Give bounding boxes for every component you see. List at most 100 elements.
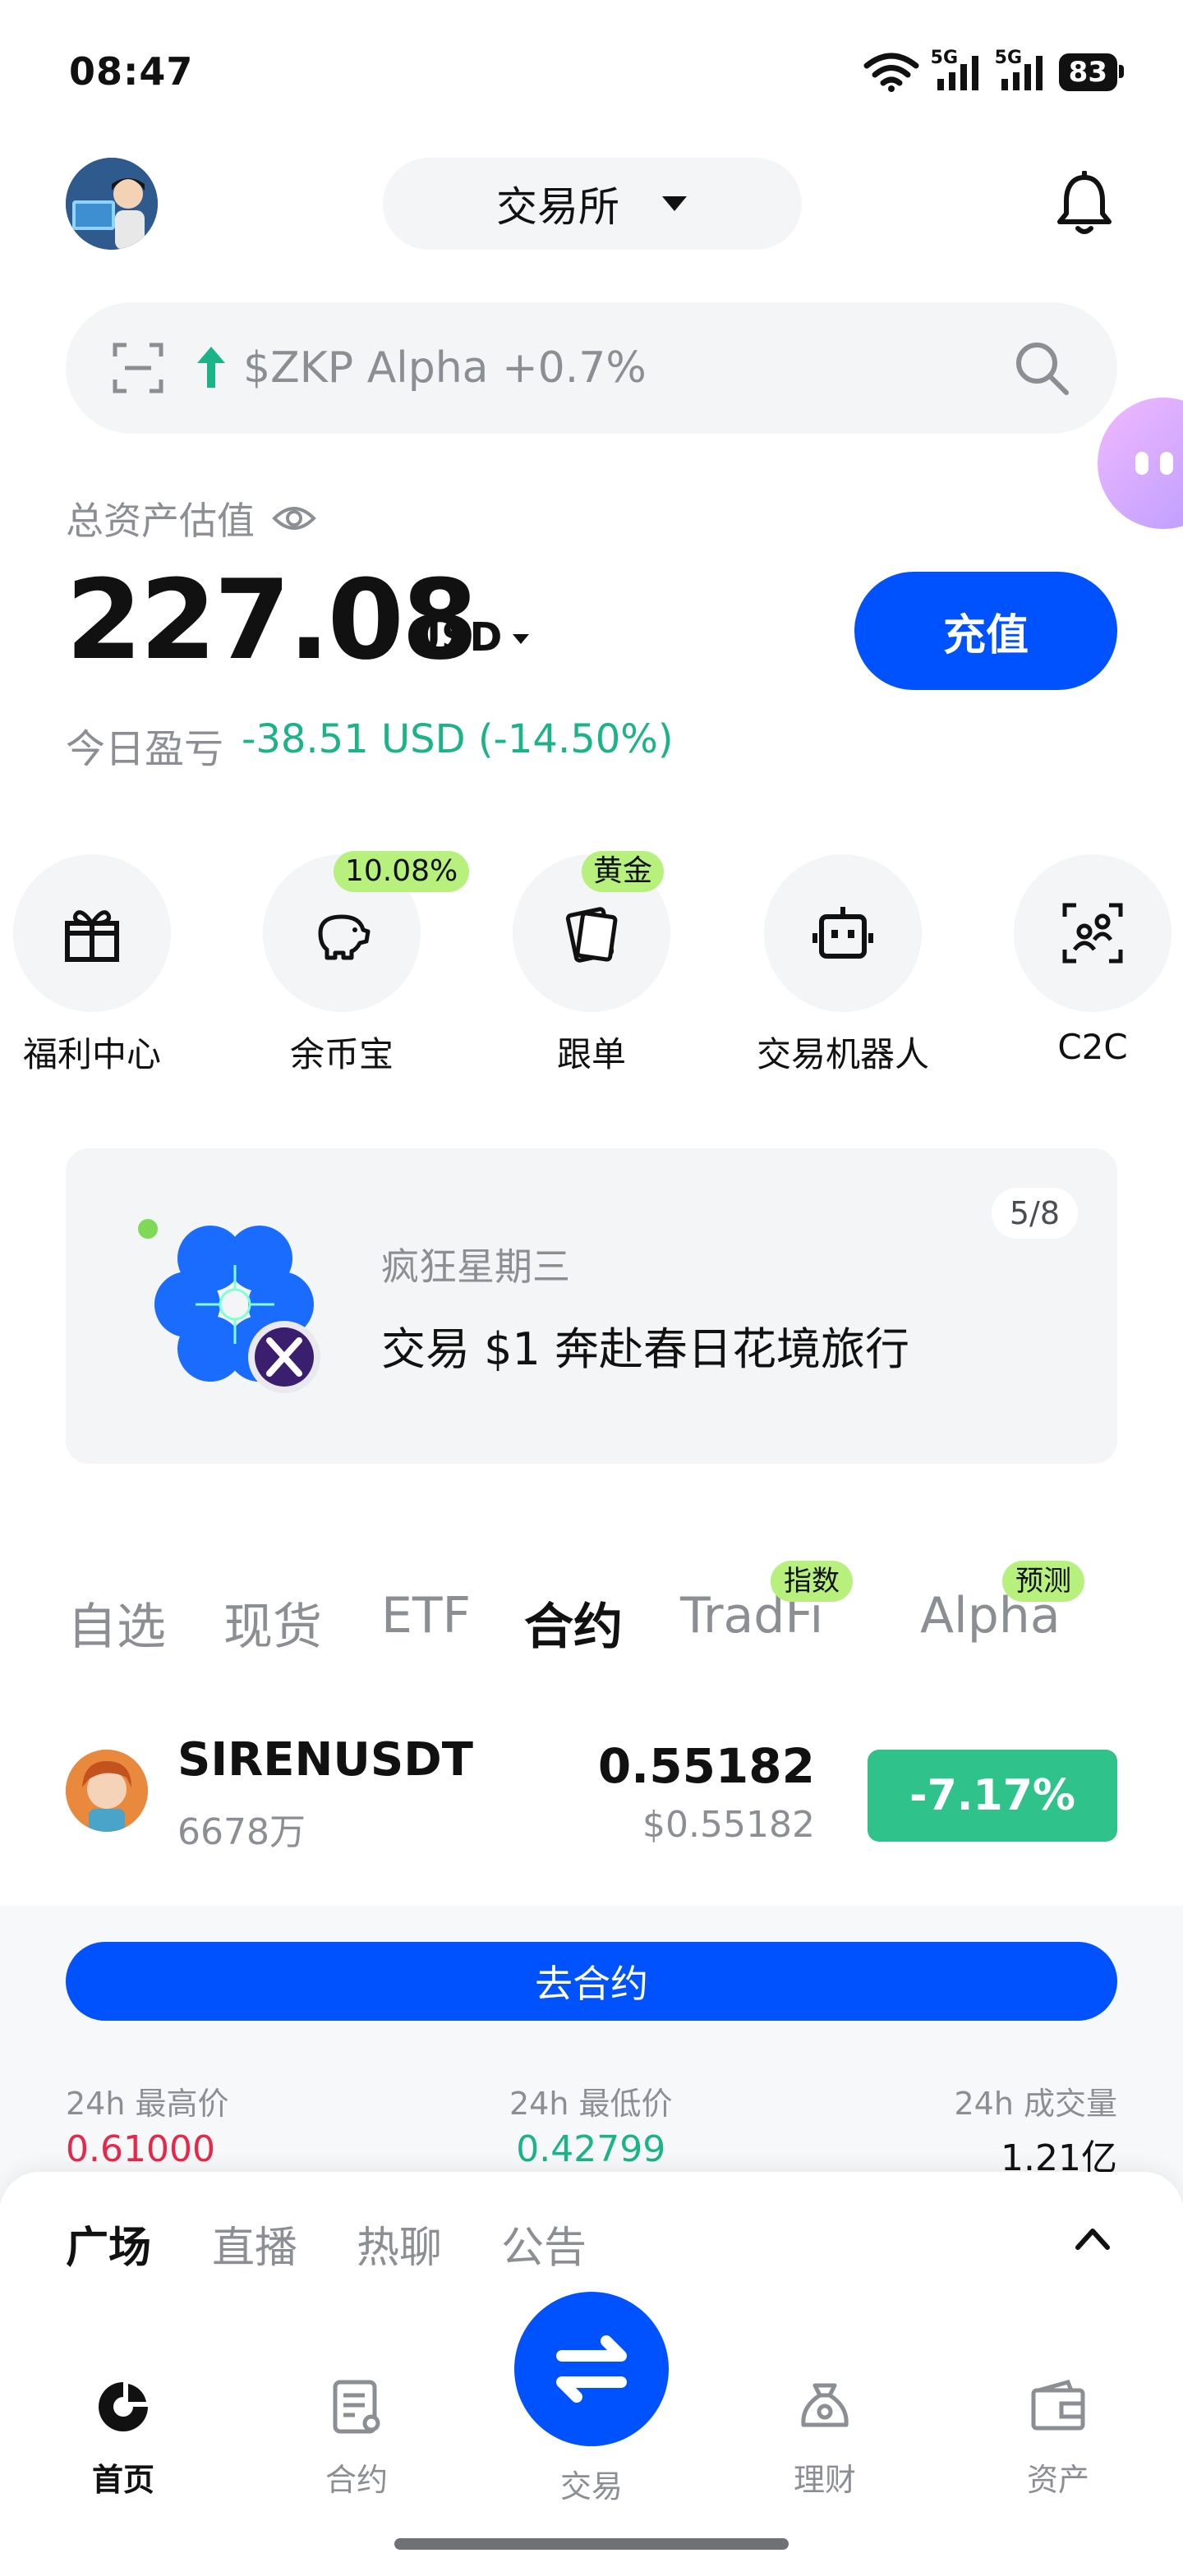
status-bar: 08:47 5G 5G 83 (0, 0, 1183, 148)
tab-square[interactable]: 广场 (66, 2213, 151, 2275)
tab-live[interactable]: 直播 (212, 2213, 297, 2275)
wallet-icon (1031, 2379, 1085, 2431)
scan-icon[interactable] (112, 342, 164, 394)
signal-bars-icon (937, 56, 978, 90)
stat-value: 0.61000 (66, 2128, 215, 2170)
eye-icon[interactable] (271, 502, 317, 535)
stat-label: 24h 最低价 (509, 2086, 673, 2122)
rewards-icon-circle (13, 854, 171, 1012)
gift-icon (65, 910, 119, 962)
stat-24h-volume: 24h 成交量 1.21亿 (954, 2078, 1117, 2181)
nav-label: 首页 (91, 2462, 154, 2498)
gold-badge: 黄金 (582, 851, 665, 892)
tab-favorites[interactable]: 自选 (67, 1587, 166, 1658)
savings-apy-badge: 10.08% (334, 851, 470, 892)
pnl-label: 今日盈亏 (66, 726, 224, 772)
market-detail-panel: 去合约 24h 最高价 0.61000 24h 最低价 0.42799 24h … (0, 1906, 1183, 2201)
bottom-sheet: 广场 直播 热聊 公告 首页 合约 交易 理财 资产 (0, 2172, 1183, 2576)
coin-symbol: SIRENUSDT (177, 1733, 473, 1787)
market-row[interactable]: SIRENUSDT 6678万 0.55182 $0.55182 -7.17% (0, 1717, 1183, 1906)
copy-cards-icon (565, 907, 618, 963)
bell-icon[interactable] (1055, 171, 1114, 237)
currency-selector[interactable]: USD (409, 614, 502, 660)
nav-trade-label[interactable]: 交易 (509, 2461, 674, 2506)
total-assets-label: 总资产估值 (66, 491, 317, 545)
avatar-image (66, 158, 158, 250)
search-placeholder: $ZKP Alpha +0.7% (243, 343, 647, 393)
status-icons: 5G 5G 83 (863, 48, 1125, 94)
contract-doc-icon (333, 2380, 380, 2434)
trade-fab[interactable] (514, 2292, 669, 2446)
tab-etf[interactable]: ETF (381, 1587, 471, 1644)
piggy-bank-icon (318, 914, 371, 960)
stat-24h-high: 24h 最高价 0.61000 (66, 2078, 229, 2170)
quick-action-label: 跟单 (556, 1034, 626, 1074)
index-badge: 指数 (771, 1561, 853, 1602)
trending-up-icon (197, 347, 225, 388)
signal-bars-icon (1001, 56, 1043, 90)
signal-1: 5G (931, 48, 983, 94)
deposit-button[interactable]: 充值 (854, 572, 1117, 690)
market-tabs: 自选 现货 ETF 合约 TradFi 指数 Alpha 预测 (0, 1561, 1183, 1692)
coin-price: 0.55182 (597, 1738, 815, 1794)
profile-avatar[interactable] (66, 158, 158, 250)
pnl-value: -38.51 USD (-14.50%) (242, 716, 674, 762)
nav-label: 理财 (793, 2462, 856, 2498)
status-time: 08:47 (69, 49, 194, 94)
trading-bot-icon-circle (764, 854, 922, 1012)
prediction-badge: 预测 (1002, 1561, 1084, 1602)
stat-24h-low: 24h 最低价 0.42799 (509, 2078, 673, 2170)
tab-futures[interactable]: 合约 (524, 1587, 623, 1658)
robot-icon (812, 907, 873, 959)
total-assets-text: 总资产估值 (66, 499, 255, 543)
c2c-icon-circle (1014, 854, 1171, 1012)
caret-down-icon[interactable] (513, 634, 529, 644)
assistant-bubble[interactable] (1098, 398, 1183, 529)
wifi-icon (863, 53, 919, 92)
quick-action-label: 福利中心 (22, 1034, 161, 1074)
price-change-badge[interactable]: -7.17% (868, 1750, 1117, 1842)
battery-indicator: 83 (1058, 53, 1125, 91)
tab-spot[interactable]: 现货 (223, 1587, 322, 1658)
stat-label: 24h 成交量 (954, 2086, 1117, 2122)
caret-down-icon (662, 196, 687, 211)
quick-action-savings[interactable]: 10.08% 余币宝 (210, 851, 470, 1084)
coin-volume: 6678万 (177, 1811, 306, 1853)
goto-futures-button[interactable]: 去合约 (66, 1942, 1117, 2021)
exchange-switcher[interactable]: 交易所 (383, 158, 802, 250)
banner-page-indicator: 5/8 (991, 1188, 1078, 1239)
quick-action-trading-bot[interactable]: 交易机器人 (711, 854, 929, 1084)
clover-icon (138, 1219, 320, 1393)
coin-price-usd: $0.55182 (642, 1804, 815, 1846)
search-icon[interactable] (1012, 338, 1071, 398)
quick-action-label: C2C (1057, 1027, 1128, 1067)
quick-action-label: 交易机器人 (756, 1034, 929, 1074)
nav-label: 合约 (325, 2462, 388, 2498)
promo-banner[interactable]: 疯狂星期三 交易 $1 奔赴春日花境旅行 5/8 (66, 1148, 1117, 1464)
home-indicator (394, 2538, 789, 2550)
c2c-users-icon (1062, 903, 1123, 964)
search-bar[interactable]: $ZKP Alpha +0.7% (66, 302, 1117, 434)
nav-home[interactable]: 首页 (41, 2377, 205, 2517)
banner-title: 交易 $1 奔赴春日花境旅行 (381, 1323, 910, 1375)
stat-label: 24h 最高价 (66, 2086, 229, 2122)
nav-assets[interactable]: 资产 (976, 2377, 1140, 2517)
coin-avatar (66, 1750, 148, 1832)
quick-action-rewards[interactable]: 福利中心 (0, 854, 174, 1084)
daily-pnl: 今日盈亏 -38.51 USD (-14.50%) (66, 716, 674, 774)
exchange-label: 交易所 (496, 183, 619, 231)
home-logo-icon (99, 2382, 148, 2431)
quick-action-copy-trading[interactable]: 黄金 跟单 (460, 851, 674, 1084)
signal-2: 5G (995, 48, 1047, 94)
nav-earn[interactable]: 理财 (743, 2377, 907, 2517)
chevron-up-icon[interactable] (1075, 2226, 1111, 2251)
banner-subtitle: 疯狂星期三 (381, 1244, 570, 1289)
swap-arrows-icon (556, 2335, 627, 2403)
tab-announcements[interactable]: 公告 (501, 2213, 587, 2275)
stat-value: 0.42799 (516, 2128, 666, 2170)
money-bag-icon (801, 2383, 849, 2427)
tab-hot-chat[interactable]: 热聊 (357, 2213, 442, 2275)
quick-action-label: 余币宝 (289, 1034, 394, 1074)
quick-action-c2c[interactable]: C2C (961, 854, 1175, 1084)
nav-futures[interactable]: 合约 (274, 2377, 439, 2517)
